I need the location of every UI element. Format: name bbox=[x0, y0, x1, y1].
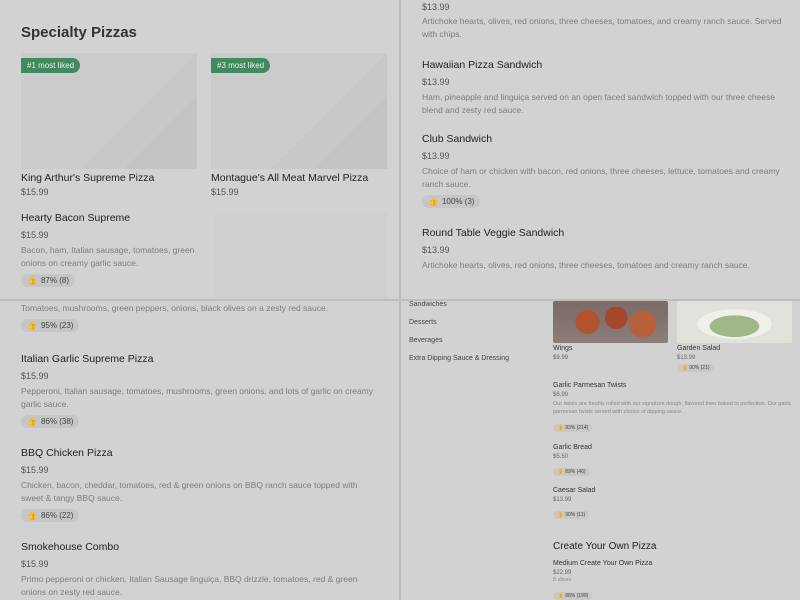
item-description: Primo pepperoni or chicken, Italian Saus… bbox=[21, 574, 358, 597]
item-name: Smokehouse Combo bbox=[21, 541, 120, 553]
rating-badge: 👍 86% (38) bbox=[21, 415, 80, 428]
specialty-pizzas-panel: Specialty Pizzas #1 most liked King Arth… bbox=[0, 0, 399, 299]
item-description: Artichoke hearts, olives, red onions, th… bbox=[422, 260, 750, 270]
sidebar-item-beverages[interactable]: Beverages bbox=[409, 337, 442, 344]
item-name: Round Table Veggie Sandwich bbox=[422, 227, 565, 239]
thumbs-up-icon: 👍 bbox=[27, 511, 37, 520]
item-price: $13.99 bbox=[422, 77, 450, 87]
item-description: Ham, pineapple and linguiça served on an… bbox=[422, 92, 775, 115]
menu-item[interactable]: Caesar Salad $13.99 👍 90% (11) bbox=[553, 487, 793, 521]
section-title: Create Your Own Pizza bbox=[553, 541, 657, 552]
sidebar-item-extra-dipping[interactable]: Extra Dipping Sauce & Dressing bbox=[409, 355, 509, 362]
rating-value: 90% (11) bbox=[565, 512, 586, 518]
item-name: BBQ Chicken Pizza bbox=[21, 447, 113, 459]
pizza-card-name[interactable]: King Arthur's Supreme Pizza bbox=[21, 172, 154, 184]
rating-value: 87% (8) bbox=[40, 276, 69, 285]
menu-item[interactable]: Garlic Parmesan Twists $6.99 Our twists … bbox=[553, 382, 793, 434]
item-price: $13.99 bbox=[677, 355, 696, 361]
item-price: $9.99 bbox=[553, 355, 569, 361]
thumbs-up-icon: 👍 bbox=[557, 512, 564, 518]
wings-image[interactable] bbox=[553, 301, 668, 343]
thumbs-up-icon: 👍 bbox=[557, 469, 564, 475]
pizzas-list-panel: Tomatoes, mushrooms, green peppers, onio… bbox=[0, 301, 399, 600]
sidebar-item-desserts[interactable]: Desserts bbox=[409, 319, 437, 326]
pizza-card-price: $15.99 bbox=[21, 187, 49, 197]
rating-badge: 👍 87% (8) bbox=[21, 274, 75, 287]
sidebar-item-sandwiches[interactable]: Sandwiches bbox=[409, 301, 447, 308]
rating-badge: 👍 89% (46) bbox=[553, 468, 590, 476]
menu-item[interactable]: Hawaiian Pizza Sandwich $13.99 Ham, pine… bbox=[422, 59, 782, 117]
item-price: $15.99 bbox=[21, 371, 49, 381]
thumbs-up-icon: 👍 bbox=[428, 197, 438, 206]
rating-value: 95% (23) bbox=[40, 321, 74, 330]
item-description: Tomatoes, mushrooms, green peppers, onio… bbox=[21, 303, 329, 313]
item-price: $15.99 bbox=[21, 465, 49, 475]
item-name[interactable]: Garden Salad bbox=[677, 345, 720, 352]
rating-value: 86% (22) bbox=[40, 511, 74, 520]
sandwiches-panel: $13.99 Artichoke hearts, olives, red oni… bbox=[401, 0, 800, 299]
item-description: Bacon, ham, Italian sausage, tomatoes, g… bbox=[21, 245, 195, 268]
menu-item[interactable]: Garlic Bread $5.50 👍 89% (46) bbox=[553, 444, 793, 478]
item-price: $13.99 bbox=[422, 245, 450, 255]
thumbs-up-icon: 👍 bbox=[557, 593, 564, 599]
item-name: Garlic Parmesan Twists bbox=[553, 382, 627, 389]
pizza-card-image[interactable]: #3 most liked bbox=[211, 53, 387, 169]
rating-value: 93% (214) bbox=[565, 425, 589, 431]
item-name: Italian Garlic Supreme Pizza bbox=[21, 353, 154, 365]
rating-badge: 👍 88% (189) bbox=[553, 592, 593, 600]
item-image bbox=[215, 212, 387, 299]
item-name: Club Sandwich bbox=[422, 133, 493, 145]
menu-item[interactable]: Hearty Bacon Supreme $15.99 Bacon, ham, … bbox=[21, 212, 206, 288]
most-liked-badge: #1 most liked bbox=[21, 58, 81, 73]
thumbs-up-icon: 👍 bbox=[557, 425, 564, 431]
rating-badge: 👍 95% (23) bbox=[21, 319, 80, 332]
rating-value: 86% (38) bbox=[40, 417, 74, 426]
rating-badge: 👍 90% (11) bbox=[553, 511, 590, 519]
item-price: $6.99 bbox=[553, 392, 569, 398]
rating-value: 89% (46) bbox=[565, 469, 586, 475]
item-name: Medium Create Your Own Pizza bbox=[553, 560, 653, 567]
thumbs-up-icon: 👍 bbox=[27, 276, 37, 285]
item-name: Caesar Salad bbox=[553, 487, 596, 494]
thumbs-up-icon: 👍 bbox=[681, 365, 688, 371]
salad-image[interactable] bbox=[677, 301, 792, 343]
menu-item[interactable]: Italian Garlic Supreme Pizza $15.99 Pepp… bbox=[21, 353, 381, 429]
zoomed-out-menu-panel: Sandwiches Desserts Beverages Extra Dipp… bbox=[401, 301, 800, 600]
menu-item[interactable]: Round Table Veggie Sandwich $13.99 Artic… bbox=[422, 227, 782, 272]
item-description: Choice of ham or chicken with bacon, red… bbox=[422, 166, 780, 189]
rating-value: 90% (21) bbox=[689, 365, 710, 371]
rating-value: 100% (3) bbox=[441, 197, 475, 206]
pizza-card-name[interactable]: Montague's All Meat Marvel Pizza bbox=[211, 172, 368, 184]
item-description: Pepperoni, Italian sausage, tomatoes, mu… bbox=[21, 386, 373, 409]
most-liked-badge: #3 most liked bbox=[211, 58, 271, 73]
menu-item[interactable]: Smokehouse Combo $15.99 Primo pepperoni … bbox=[21, 541, 381, 599]
rating-badge: 👍 90% (21) bbox=[677, 364, 714, 372]
item-description: Our twists are freshly rolled with our s… bbox=[553, 401, 792, 415]
thumbs-up-icon: 👍 bbox=[27, 417, 37, 426]
item-name: Garlic Bread bbox=[553, 444, 592, 451]
item-slices: 8 slices bbox=[553, 577, 572, 583]
item-price: $13.99 bbox=[553, 497, 572, 503]
item-price: $13.99 bbox=[422, 151, 450, 161]
rating-badge: 👍 86% (22) bbox=[21, 509, 80, 522]
item-description: Artichoke hearts, olives, red onions, th… bbox=[422, 16, 782, 39]
rating-value: 88% (189) bbox=[565, 593, 589, 599]
item-name: Hawaiian Pizza Sandwich bbox=[422, 59, 543, 71]
rating-badge: 👍 93% (214) bbox=[553, 424, 593, 432]
item-price: $15.99 bbox=[21, 230, 49, 240]
item-name: Hearty Bacon Supreme bbox=[21, 212, 131, 224]
menu-item[interactable]: Medium Create Your Own Pizza $22.99 8 sl… bbox=[553, 560, 793, 600]
menu-item[interactable]: Club Sandwich $13.99 Choice of ham or ch… bbox=[422, 133, 782, 209]
item-price: $5.50 bbox=[553, 454, 569, 460]
section-title: Specialty Pizzas bbox=[21, 24, 137, 41]
thumbs-up-icon: 👍 bbox=[27, 321, 37, 330]
pizza-card-image[interactable]: #1 most liked bbox=[21, 53, 197, 169]
item-price: $13.99 bbox=[422, 2, 450, 12]
item-description: Chicken, bacon, cheddar, tomatoes, red &… bbox=[21, 480, 358, 503]
item-name[interactable]: Wings bbox=[553, 345, 572, 352]
pizza-card-price: $15.99 bbox=[211, 187, 239, 197]
menu-item[interactable]: BBQ Chicken Pizza $15.99 Chicken, bacon,… bbox=[21, 447, 381, 523]
item-price: $15.99 bbox=[21, 559, 49, 569]
rating-badge: 👍 100% (3) bbox=[422, 195, 481, 208]
